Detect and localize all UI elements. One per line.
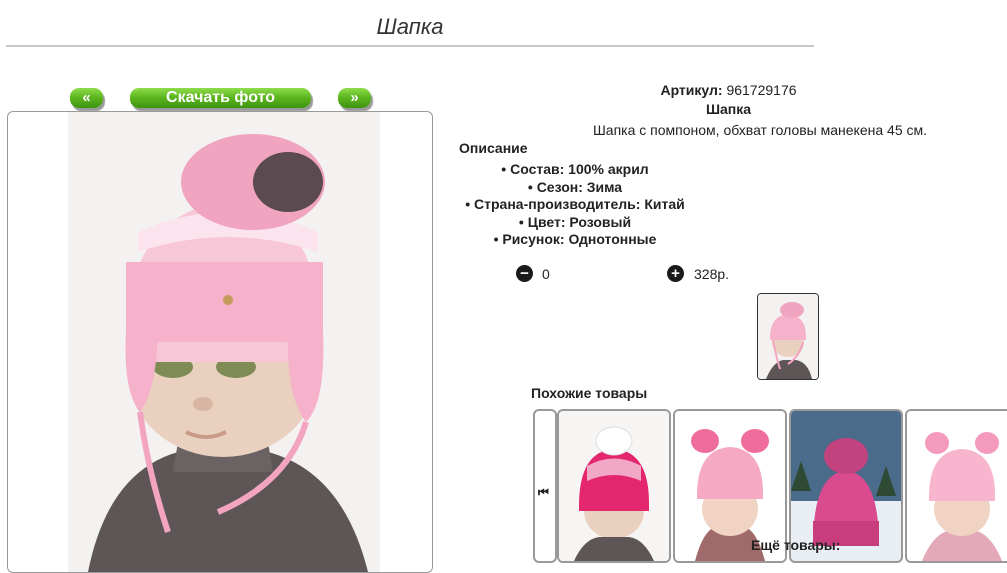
prev-photo-button[interactable]: « (70, 88, 103, 108)
property-pattern: Рисунок: Однотонные (455, 231, 695, 249)
similar-product-card[interactable] (557, 409, 671, 563)
decrease-quantity-button[interactable]: − (516, 265, 533, 282)
similar-product-image (907, 411, 1007, 561)
title-divider (6, 45, 814, 47)
property-season: Сезон: Зима (455, 179, 695, 197)
download-photo-button[interactable]: Скачать фото (130, 88, 311, 108)
property-composition: Состав: 100% акрил (455, 161, 695, 179)
product-photo (7, 111, 433, 573)
product-short-description: Шапка с помпоном, обхват головы манекена… (592, 122, 928, 138)
next-photo-button[interactable]: » (338, 88, 371, 108)
similar-product-card[interactable] (905, 409, 1007, 563)
description-heading: Описание (459, 140, 528, 156)
similar-products-heading: Похожие товары (531, 385, 648, 401)
similar-product-image (559, 411, 669, 561)
quantity-value: 0 (542, 266, 550, 282)
article-line: Артикул: 961729176 (450, 82, 1007, 98)
property-color: Цвет: Розовый (455, 214, 695, 232)
thumbnail-image (758, 294, 818, 379)
product-properties: Состав: 100% акрил Сезон: Зима Страна-пр… (455, 161, 695, 249)
more-products-heading: Ещё товары: (751, 537, 841, 553)
page-title: Шапка (376, 14, 444, 39)
increase-quantity-button[interactable]: + (667, 265, 684, 282)
product-photo-image (68, 112, 380, 572)
product-name: Шапка (705, 101, 752, 117)
article-label: Артикул: (660, 82, 723, 98)
price: 328р. (694, 266, 730, 282)
article-value: 961729176 (726, 82, 797, 98)
product-thumbnail[interactable] (757, 293, 819, 380)
property-country: Страна-производитель: Китай (455, 196, 695, 214)
carousel-prev-button[interactable]: ⏮ (533, 409, 557, 563)
skip-back-icon: ⏮ (538, 485, 549, 499)
